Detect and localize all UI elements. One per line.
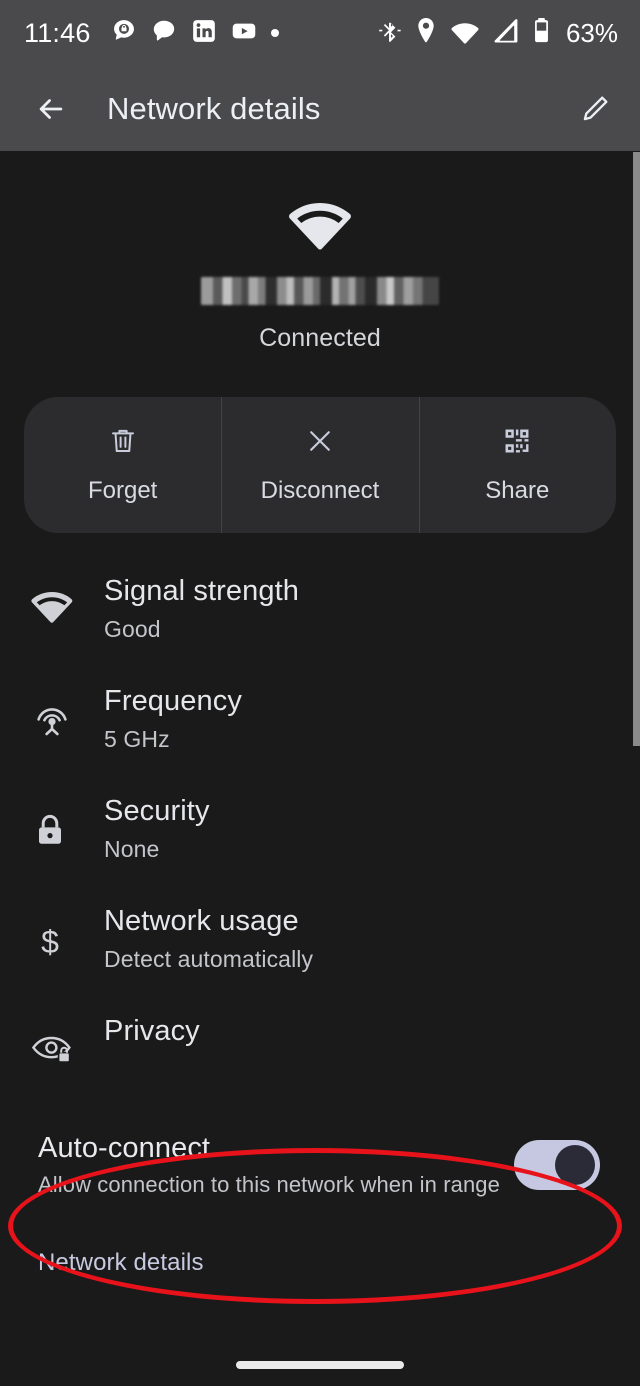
system-status-icons: 63%: [378, 17, 618, 49]
network-hero: Connected: [0, 151, 640, 353]
auto-connect-toggle[interactable]: [514, 1140, 600, 1190]
status-bar-clock: 11:46: [24, 17, 91, 48]
detail-texts: Network usage Detect automatically: [104, 901, 313, 973]
detail-title: Frequency: [104, 685, 242, 717]
detail-title: Network usage: [104, 905, 299, 937]
status-bar: 11:46 63%: [0, 0, 640, 66]
disconnect-button[interactable]: Disconnect: [221, 397, 418, 533]
detail-texts: Privacy: [104, 1011, 200, 1049]
detail-title: Signal strength: [104, 575, 299, 607]
forget-button-label: Forget: [87, 477, 158, 504]
detail-row-signal-strength[interactable]: Signal strength Good: [0, 557, 640, 667]
detail-title: Privacy: [104, 1015, 200, 1047]
battery-icon: [533, 17, 550, 49]
network-detail-list: Signal strength Good Frequency 5 GHz Sec…: [0, 557, 640, 1277]
more-notifications-dot-icon: [270, 29, 279, 37]
message-lock-icon: [111, 18, 137, 49]
detail-row-privacy[interactable]: Privacy: [0, 997, 640, 1107]
hero-wifi-icon: [0, 199, 640, 251]
forget-button[interactable]: Forget: [24, 397, 221, 533]
svg-text:$: $: [41, 924, 59, 960]
detail-subtitle: 5 GHz: [104, 726, 170, 753]
dollar-sign-icon: $: [30, 901, 104, 965]
detail-texts: Signal strength Good: [104, 571, 299, 643]
app-bar: Network details: [0, 66, 640, 151]
network-ssid-redacted: [201, 277, 439, 305]
detail-subtitle: Good: [104, 616, 161, 643]
antenna-broadcast-icon: [30, 681, 104, 743]
auto-connect-title: Auto-connect: [38, 1132, 211, 1164]
toggle-thumb: [555, 1145, 595, 1185]
qr-code-icon: [501, 425, 533, 462]
wifi-icon: [30, 571, 104, 623]
notification-icons: [111, 18, 378, 49]
pencil-edit-icon[interactable]: [572, 86, 618, 132]
detail-row-network-usage[interactable]: $ Network usage Detect automatically: [0, 887, 640, 997]
page-title: Network details: [107, 90, 321, 126]
detail-texts: Security None: [104, 791, 210, 863]
lock-icon: [30, 791, 104, 853]
detail-texts: Frequency 5 GHz: [104, 681, 242, 753]
youtube-icon: [231, 18, 257, 49]
phone-screen: 11:46 63% Network details Connected Forg…: [0, 0, 640, 1386]
battery-percentage: 63%: [565, 18, 618, 48]
auto-connect-subtitle: Allow connection to this network when in…: [38, 1172, 500, 1197]
section-header-network-details: Network details: [38, 1249, 204, 1276]
network-details-content: Connected Forget Disconnect Share Signal…: [0, 151, 640, 1386]
back-arrow-icon[interactable]: [28, 86, 74, 132]
wifi-icon: [450, 18, 480, 49]
bluetooth-icon: [378, 17, 402, 49]
detail-row-security[interactable]: Security None: [0, 777, 640, 887]
gesture-nav-pill[interactable]: [236, 1361, 404, 1369]
switch-texts: Auto-connect Allow connection to this ne…: [38, 1132, 514, 1198]
action-buttons-panel: Forget Disconnect Share: [24, 397, 616, 533]
detail-subtitle: Detect automatically: [104, 946, 314, 973]
trash-icon: [107, 425, 139, 462]
scrollbar-thumb[interactable]: [633, 152, 640, 746]
eye-lock-icon: [30, 1011, 104, 1067]
share-button-label: Share: [485, 477, 550, 504]
share-button[interactable]: Share: [418, 397, 616, 533]
auto-connect-row[interactable]: Auto-connect Allow connection to this ne…: [0, 1113, 640, 1217]
linkedin-icon: [191, 18, 217, 49]
close-x-icon: [304, 425, 336, 462]
location-icon: [415, 17, 437, 49]
cellular-signal-icon: [493, 18, 520, 49]
connection-status: Connected: [259, 324, 381, 352]
detail-title: Security: [104, 795, 210, 827]
detail-row-frequency[interactable]: Frequency 5 GHz: [0, 667, 640, 777]
disconnect-button-label: Disconnect: [260, 477, 380, 504]
chat-bubble-icon: [151, 18, 177, 49]
detail-subtitle: None: [104, 836, 160, 863]
